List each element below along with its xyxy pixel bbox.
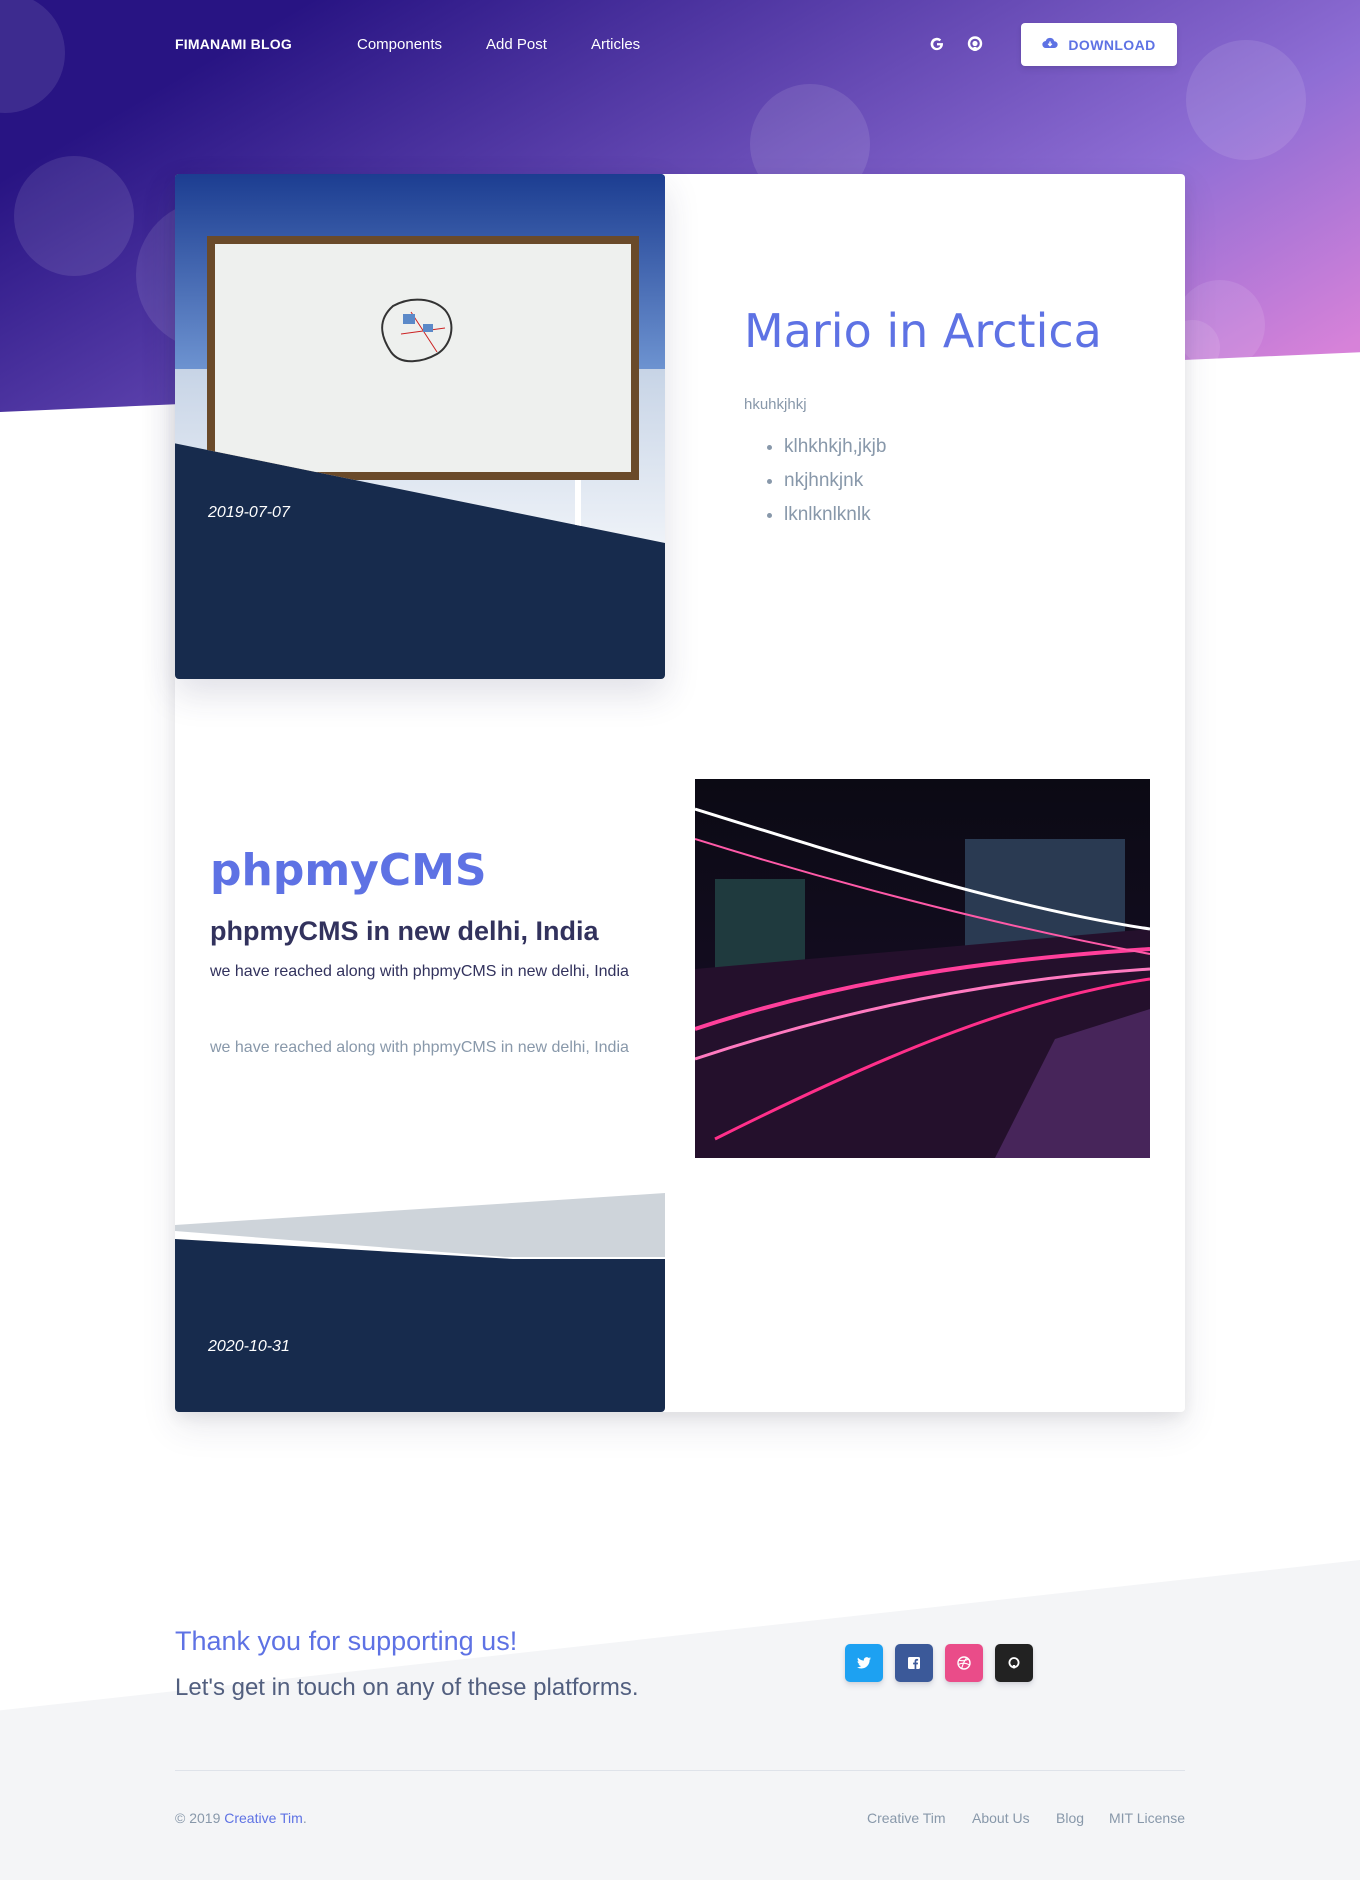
post-1-excerpt: hkuhkjhkj [744,396,807,413]
nav-articles[interactable]: Articles [591,36,640,53]
post-2-title[interactable]: phpmyCMS [210,845,487,896]
decor-circle [14,156,134,276]
post-2-date-block: 2020-10-31 [175,1193,665,1412]
nav-add-post[interactable]: Add Post [486,36,547,53]
list-item: klhkhkjh,jkjb [784,436,886,470]
post-1-date: 2019-07-07 [208,504,290,521]
brand-logo[interactable]: FIMANAMI BLOG [175,36,292,52]
facebook-button[interactable] [895,1644,933,1682]
google-icon[interactable] [927,34,947,54]
footer-link-creative-tim[interactable]: Creative Tim [867,1810,946,1826]
post-2-decor [175,1193,665,1412]
post-1-title[interactable]: Mario in Arctica [744,304,1102,358]
post-2-date: 2020-10-31 [208,1338,290,1355]
dribbble-icon [957,1656,971,1670]
cloud-download-icon [1042,36,1059,54]
post-1-list: klhkhkjh,jkjb nkjhnkjnk lknlknlknlk [784,436,886,538]
github-button[interactable] [995,1644,1033,1682]
copyright-suffix: . [302,1810,307,1826]
copyright-prefix: © 2019 [175,1810,221,1826]
list-item: lknlknlknlk [784,504,886,538]
twitter-icon [857,1657,871,1669]
facebook-icon [908,1657,920,1669]
download-label: DOWNLOAD [1068,36,1156,53]
github-icon[interactable] [965,34,985,54]
footer-link-mit-license[interactable]: MIT License [1109,1810,1185,1826]
post-2-subtitle: phpmyCMS in new delhi, India [210,916,599,946]
post-2-lead: we have reached along with phpmyCMS in n… [210,963,629,980]
copyright-link[interactable]: Creative Tim [224,1810,303,1826]
footer-link-blog[interactable]: Blog [1056,1810,1084,1826]
footer-thanks: Thank you for supporting us! [175,1626,518,1656]
post-1-image[interactable] [175,174,665,543]
nav-components[interactable]: Components [357,36,442,53]
twitter-button[interactable] [845,1644,883,1682]
download-button[interactable]: DOWNLOAD [1021,23,1177,66]
post-1-media: 2019-07-07 [175,174,665,679]
list-item: nkjhnkjnk [784,470,886,504]
post-2-body: we have reached along with phpmyCMS in n… [210,1039,629,1056]
top-navbar: FIMANAMI BLOG Components Add Post Articl… [0,0,1360,90]
footer-link-about-us[interactable]: About Us [972,1810,1030,1826]
post-2-image[interactable] [695,779,1150,1158]
copyright: © 2019 Creative Tim. [175,1810,307,1826]
footer-background [0,1560,1360,1880]
dribbble-button[interactable] [945,1644,983,1682]
github-icon [1008,1657,1020,1669]
footer-contact: Let's get in touch on any of these platf… [175,1674,639,1701]
footer-divider [175,1770,1185,1771]
